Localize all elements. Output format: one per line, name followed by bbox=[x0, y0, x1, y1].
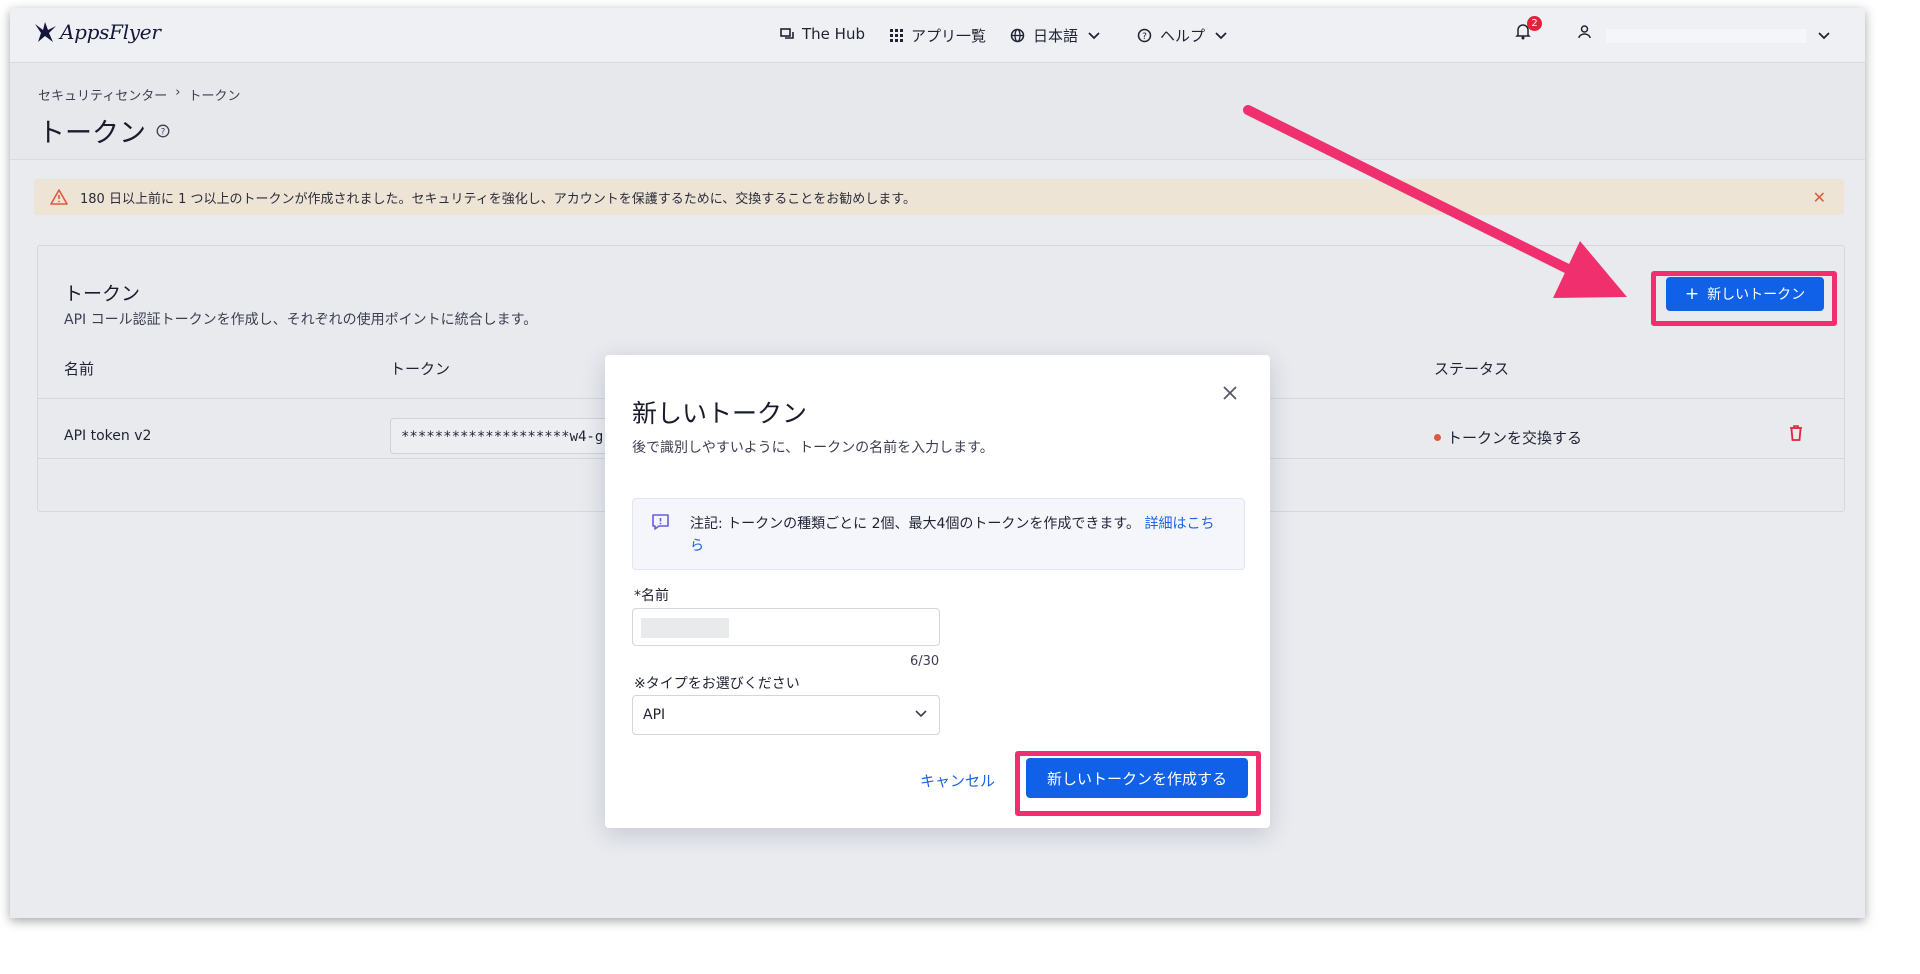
chevron-down-icon bbox=[1215, 31, 1227, 39]
screenshot-frame: AppsFlyer The Hub アプリ一覧 日本語 ? ヘルプ 2 セキュリ… bbox=[10, 8, 1865, 918]
note-text: 注記: トークンの種類ごとに 2個、最大4個のトークンを作成できます。 詳細はこ… bbox=[690, 513, 1220, 557]
note-icon bbox=[652, 514, 669, 530]
warning-banner: 180 日以上前に 1 つ以上のトークンが作成されました。セキュリティを強化し、… bbox=[34, 179, 1844, 215]
chat-icon bbox=[780, 28, 794, 39]
card-title: トークン bbox=[64, 283, 141, 305]
svg-text:?: ? bbox=[1142, 32, 1147, 42]
page-header: セキュリティセンター › トークン トークン ? bbox=[10, 63, 1865, 160]
trash-icon[interactable] bbox=[1789, 424, 1803, 441]
globe-icon bbox=[1010, 28, 1025, 43]
page-title: トークン ? bbox=[38, 111, 170, 150]
nav-apps-label: アプリ一覧 bbox=[911, 27, 987, 45]
status-dot bbox=[1434, 434, 1441, 441]
user-name-redacted bbox=[1606, 29, 1806, 43]
name-value-redacted bbox=[641, 618, 729, 638]
highlight-new-token bbox=[1651, 271, 1837, 326]
type-select[interactable]: API bbox=[632, 695, 940, 735]
notifications-button[interactable]: 2 bbox=[1515, 16, 1542, 44]
row-status-label: トークンを交換する bbox=[1447, 429, 1583, 447]
column-header-token: トークン bbox=[390, 360, 451, 378]
help-circle-icon: ? bbox=[1137, 28, 1152, 43]
nav-language[interactable]: 日本語 bbox=[1010, 25, 1100, 46]
card-subtitle: API コール認証トークンを作成し、それぞれの使用ポイントに統合します。 bbox=[64, 312, 538, 328]
breadcrumb: セキュリティセンター › トークン bbox=[38, 85, 240, 104]
page-title-text: トークン bbox=[38, 118, 146, 149]
notification-badge: 2 bbox=[1527, 16, 1542, 31]
dialog-title: 新しいトークン bbox=[632, 399, 808, 428]
svg-text:?: ? bbox=[161, 127, 166, 137]
warning-close-icon[interactable]: ✕ bbox=[1813, 188, 1826, 207]
nav-help-label: ヘルプ bbox=[1160, 27, 1206, 45]
breadcrumb-tokens: トークン bbox=[188, 89, 241, 104]
close-icon[interactable] bbox=[1222, 385, 1238, 401]
logo-icon bbox=[35, 22, 56, 42]
breadcrumb-security-center[interactable]: セキュリティセンター bbox=[38, 85, 167, 104]
name-label: *名前 bbox=[634, 588, 669, 604]
help-icon[interactable]: ? bbox=[156, 124, 170, 138]
nav-language-label: 日本語 bbox=[1033, 27, 1079, 45]
dialog-subtitle: 後で識別しやすいように、トークンの名前を入力します。 bbox=[632, 440, 994, 456]
note-body: 注記: トークンの種類ごとに 2個、最大4個のトークンを作成できます。 bbox=[690, 516, 1141, 532]
column-header-name: 名前 bbox=[64, 360, 95, 378]
type-label: ※タイプをお選びください bbox=[634, 676, 800, 692]
chevron-down-icon bbox=[915, 710, 927, 718]
user-icon bbox=[1578, 25, 1591, 39]
user-menu[interactable] bbox=[1578, 25, 1599, 39]
appsflyer-logo[interactable]: AppsFlyer bbox=[32, 20, 161, 44]
name-char-counter: 6/30 bbox=[910, 654, 940, 669]
nav-help[interactable]: ? ヘルプ bbox=[1137, 25, 1227, 46]
user-chevron-down-icon[interactable] bbox=[1818, 32, 1830, 40]
cancel-button[interactable]: キャンセル bbox=[920, 770, 995, 791]
nav-the-hub-label: The Hub bbox=[802, 25, 865, 43]
chevron-down-icon bbox=[1088, 31, 1100, 39]
row-name: API token v2 bbox=[64, 428, 152, 444]
logo-text: AppsFlyer bbox=[60, 20, 161, 44]
column-header-status: ステータス bbox=[1434, 360, 1510, 378]
row-token-field[interactable]: ********************w4-g bbox=[390, 418, 610, 454]
top-nav: AppsFlyer The Hub アプリ一覧 日本語 ? ヘルプ 2 bbox=[10, 8, 1865, 63]
breadcrumb-separator: › bbox=[175, 85, 181, 100]
nav-apps[interactable]: アプリ一覧 bbox=[890, 25, 986, 46]
highlight-create-button bbox=[1015, 751, 1261, 816]
type-select-value: API bbox=[643, 707, 666, 723]
grid-icon bbox=[890, 29, 903, 42]
note-box: 注記: トークンの種類ごとに 2個、最大4個のトークンを作成できます。 詳細はこ… bbox=[632, 498, 1245, 570]
row-status[interactable]: トークンを交換する bbox=[1434, 427, 1582, 448]
warning-text: 180 日以上前に 1 つ以上のトークンが作成されました。セキュリティを強化し、… bbox=[80, 191, 917, 207]
warning-triangle-icon bbox=[50, 189, 68, 205]
name-input[interactable] bbox=[632, 608, 940, 646]
nav-the-hub[interactable]: The Hub bbox=[780, 25, 865, 43]
